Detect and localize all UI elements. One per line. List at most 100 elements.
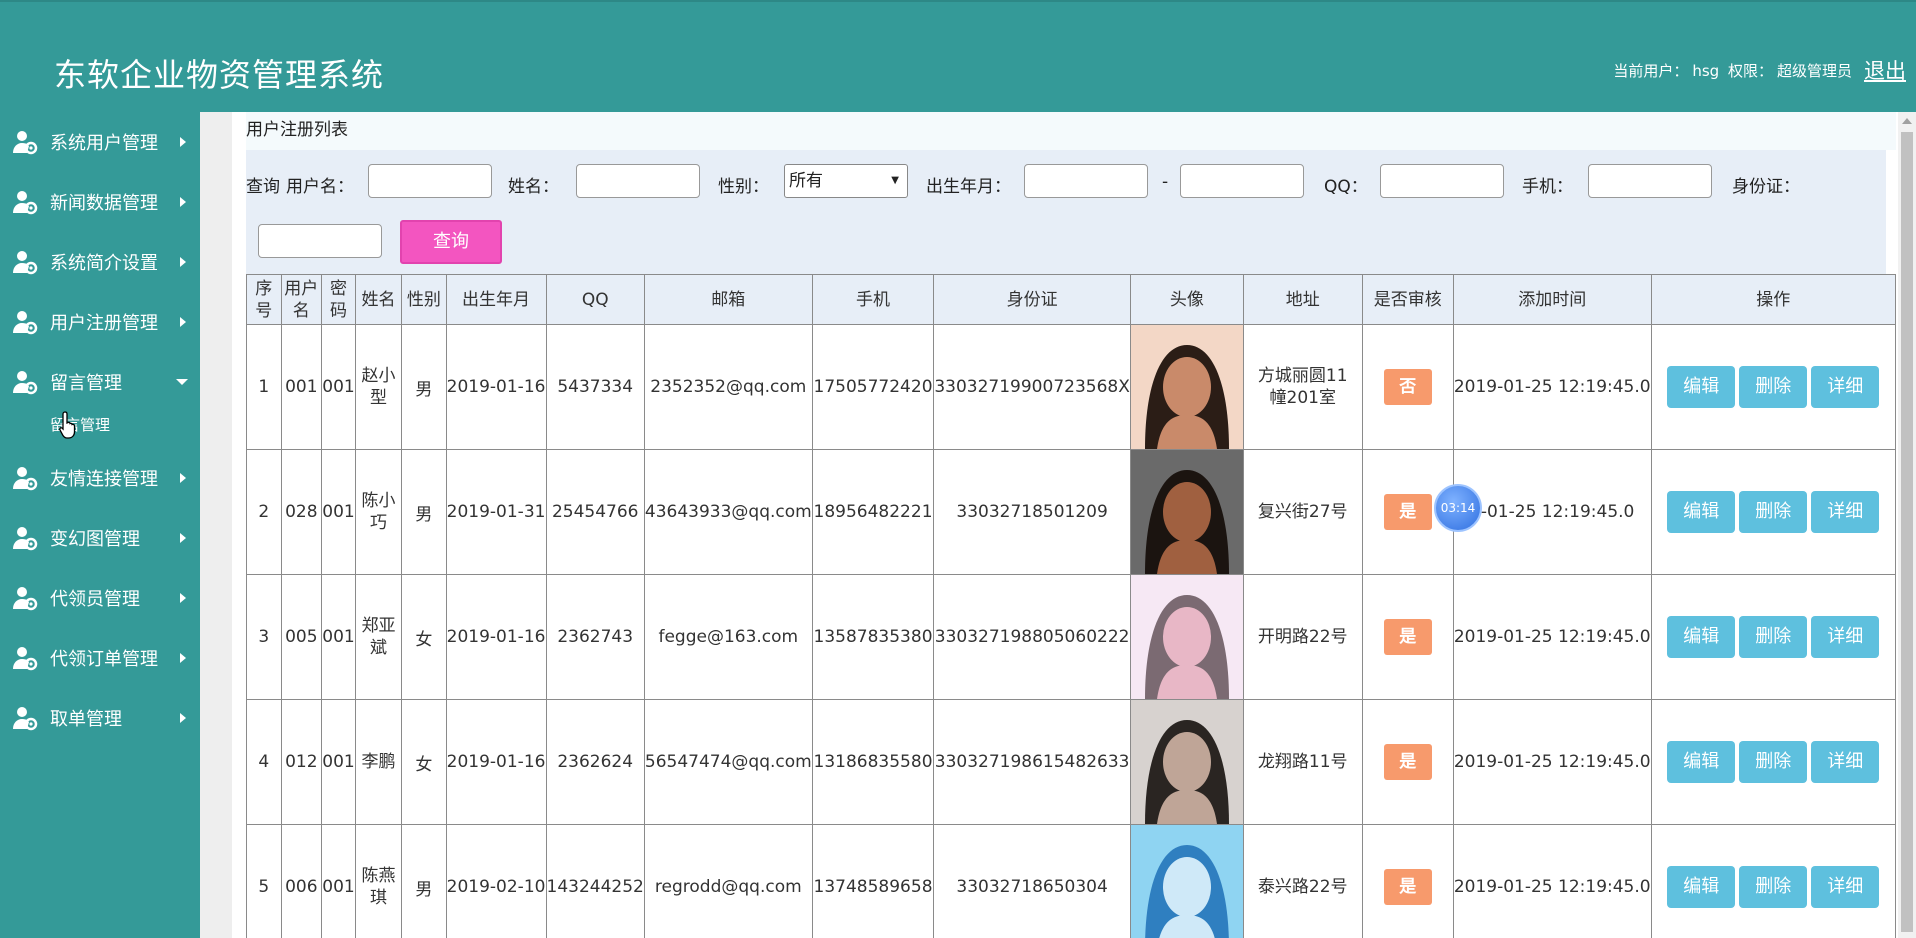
idcard-input[interactable]: [258, 224, 382, 258]
edit-button[interactable]: 编辑: [1667, 366, 1736, 408]
user-gear-icon: [12, 585, 38, 611]
sidebar-item-label: 友情连接管理: [50, 469, 158, 490]
cell-audit: 是: [1361, 824, 1454, 938]
current-user-label: 当前用户：: [1613, 62, 1689, 80]
cell-gender: 男: [401, 824, 447, 938]
edit-button[interactable]: 编辑: [1667, 616, 1736, 658]
hand-cursor-icon: [59, 411, 76, 439]
audit-status-badge[interactable]: 是: [1383, 494, 1432, 530]
query-button[interactable]: 查询: [400, 220, 502, 264]
edit-button[interactable]: 编辑: [1667, 491, 1736, 533]
cell-phone: 13186835580: [811, 699, 935, 825]
user-gear-icon: [12, 645, 38, 671]
cell-qq: 5437334: [545, 324, 645, 450]
current-user: hsg: [1692, 62, 1720, 80]
cell-idcard: 33032718501209: [933, 449, 1131, 575]
cell-username: 005: [280, 574, 323, 700]
sidebar-item[interactable]: 留言管理: [0, 352, 200, 412]
delete-button[interactable]: 删除: [1739, 866, 1808, 908]
birth-end-input[interactable]: [1180, 164, 1304, 198]
sidebar-item-label: 代领订单管理: [50, 649, 158, 670]
cell-password: 001: [321, 699, 356, 825]
cell-email: regrodd@qq.com: [643, 824, 813, 938]
sidebar-item[interactable]: 用户注册管理: [0, 292, 200, 352]
detail-button[interactable]: 详细: [1811, 741, 1880, 783]
sidebar-item[interactable]: 代领员管理: [0, 568, 200, 628]
column-header: 地址: [1242, 274, 1363, 325]
logout-link[interactable]: 退出: [1864, 55, 1906, 85]
delete-button[interactable]: 删除: [1739, 491, 1808, 533]
cell-avatar: [1129, 824, 1244, 938]
audit-status-badge[interactable]: 否: [1383, 369, 1432, 405]
sidebar-subitem-messages[interactable]: 留言管理: [0, 411, 200, 448]
sidebar-item[interactable]: 友情连接管理: [0, 448, 200, 508]
column-header: QQ: [545, 274, 645, 325]
detail-button[interactable]: 详细: [1811, 866, 1880, 908]
cell-address: 龙翔路11号: [1242, 699, 1363, 825]
audit-status-badge[interactable]: 是: [1383, 869, 1432, 905]
chevron-right-icon: [180, 653, 186, 663]
sidebar-item-label: 代领员管理: [50, 589, 140, 610]
column-header: 是否审核: [1361, 274, 1454, 325]
sidebar-item[interactable]: 系统用户管理: [0, 112, 200, 172]
chevron-right-icon: [180, 137, 186, 147]
cell-password: 001: [321, 324, 356, 450]
query-label: 查询: [246, 177, 280, 197]
audit-status-badge[interactable]: 是: [1383, 619, 1432, 655]
column-header: 邮箱: [643, 274, 813, 325]
cell-avatar: [1129, 324, 1244, 450]
cell-no: 2: [246, 449, 282, 575]
detail-button[interactable]: 详细: [1811, 616, 1880, 658]
app-title: 东软企业物资管理系统: [54, 56, 385, 94]
scroll-up-arrow-icon[interactable]: [1902, 118, 1912, 124]
column-header: 操作: [1650, 274, 1897, 325]
cell-email: 43643933@qq.com: [643, 449, 813, 575]
audit-status-badge[interactable]: 是: [1383, 744, 1432, 780]
timer-badge[interactable]: 03:14: [1434, 484, 1482, 532]
column-header: 姓名: [354, 274, 403, 325]
birth-start-input[interactable]: [1024, 164, 1148, 198]
scroll-thumb[interactable]: [1901, 132, 1913, 932]
detail-button[interactable]: 详细: [1811, 491, 1880, 533]
edit-button[interactable]: 编辑: [1667, 741, 1736, 783]
role: 超级管理员: [1776, 62, 1852, 80]
edit-button[interactable]: 编辑: [1667, 866, 1736, 908]
sidebar-item-label: 取单管理: [50, 709, 122, 730]
username-label: 用户名：: [286, 177, 354, 197]
cell-name: 李鹏: [354, 699, 403, 825]
cell-no: 1: [246, 324, 282, 450]
cell-email: 2352352@qq.com: [643, 324, 813, 450]
avatar-image: [1131, 825, 1243, 938]
cell-gender: 女: [401, 699, 447, 825]
cell-username: 012: [280, 699, 323, 825]
avatar-image: [1131, 700, 1243, 824]
detail-button[interactable]: 详细: [1811, 366, 1880, 408]
sidebar-item[interactable]: 变幻图管理: [0, 508, 200, 568]
sidebar-item-label: 系统简介设置: [50, 253, 158, 274]
cell-password: 001: [321, 824, 356, 938]
sidebar-item[interactable]: 系统简介设置: [0, 232, 200, 292]
sidebar-item[interactable]: 新闻数据管理: [0, 172, 200, 232]
delete-button[interactable]: 删除: [1739, 741, 1808, 783]
username-input[interactable]: [368, 164, 492, 198]
cell-qq: 25454766: [545, 449, 645, 575]
delete-button[interactable]: 删除: [1739, 366, 1808, 408]
cell-phone: 13748589658: [811, 824, 935, 938]
vertical-scrollbar[interactable]: [1898, 112, 1916, 938]
cell-avatar: [1129, 699, 1244, 825]
avatar-image: [1131, 575, 1243, 699]
cell-time: 2019-01-25 12:19:45.0: [1452, 574, 1652, 700]
phone-input[interactable]: [1588, 164, 1712, 198]
name-input[interactable]: [576, 164, 700, 198]
user-gear-icon: [12, 309, 38, 335]
cell-name: 陈小巧: [354, 449, 403, 575]
layout-gutter: [200, 112, 232, 938]
chevron-down-icon: [176, 379, 188, 385]
qq-input[interactable]: [1380, 164, 1504, 198]
cell-no: 4: [246, 699, 282, 825]
gender-select[interactable]: 所有: [784, 164, 908, 198]
sidebar-item[interactable]: 取单管理: [0, 688, 200, 748]
role-label: 权限：: [1727, 62, 1773, 80]
delete-button[interactable]: 删除: [1739, 616, 1808, 658]
sidebar-item[interactable]: 代领订单管理: [0, 628, 200, 688]
